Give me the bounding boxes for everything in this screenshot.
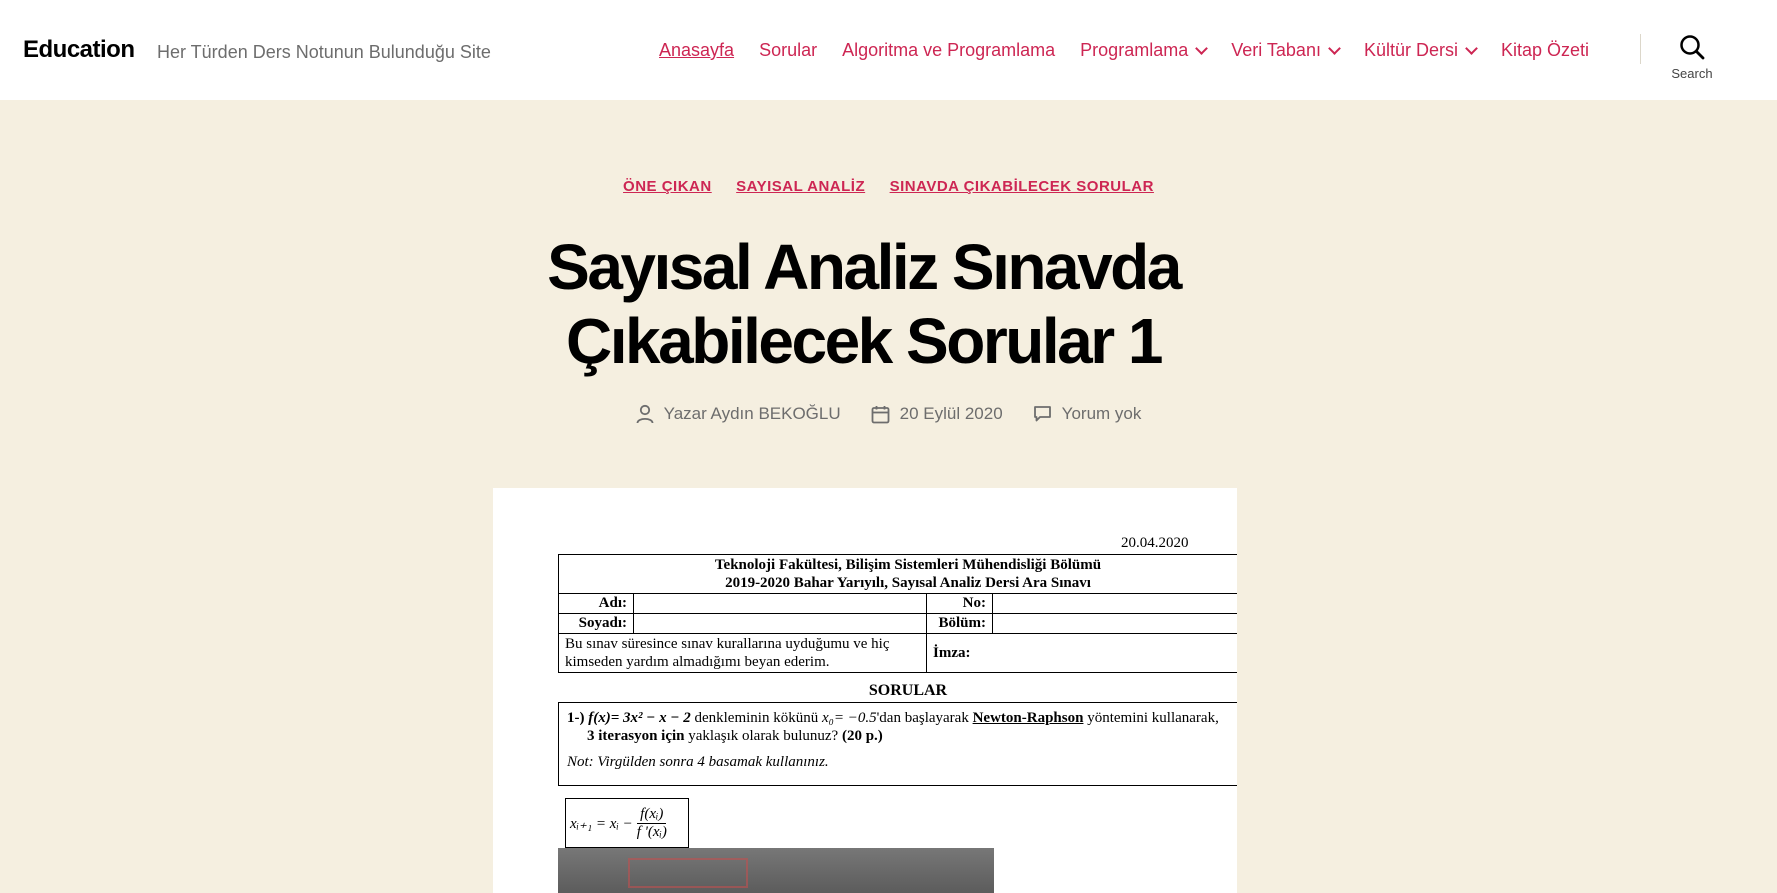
exam-title-cell: Teknoloji Fakültesi, Bilişim Sistemleri … <box>558 554 1237 594</box>
post-author: Yazar Aydın BEKOĞLU <box>636 404 841 424</box>
category-link-one-cikan[interactable]: ÖNE ÇIKAN <box>623 178 712 195</box>
question-1-part-a: denkleminin kökünü <box>694 710 819 726</box>
department-value-cell <box>992 613 1237 634</box>
chevron-down-icon[interactable] <box>1195 41 1209 55</box>
primary-nav: Anasayfa Sorular Algoritma ve Programlam… <box>659 40 1614 61</box>
post-title: Sayısal Analiz Sınavda Çıkabilecek Sorul… <box>450 230 1277 378</box>
question-1-method: Newton-Raphson <box>972 710 1084 726</box>
formula-fraction: f(xᵢ) f '(xᵢ) <box>637 806 667 841</box>
nav-item-kitap-ozeti[interactable]: Kitap Özeti <box>1501 40 1589 61</box>
user-icon <box>636 404 654 424</box>
exam-title-line2: 2019-2020 Bahar Yarıyılı, Sayısal Analiz… <box>725 575 1091 591</box>
question-1-part-c: yöntemini kullanarak, <box>1087 710 1219 726</box>
nav-item-label: Veri Tabanı <box>1231 40 1321 60</box>
post-title-line2: Çıkabilecek Sorular 1 <box>566 305 1163 377</box>
question-1-text: 1-) f(x)= 3x² − x − 2 denkleminin kökünü… <box>567 709 1237 727</box>
post-comments: Yorum yok <box>1033 404 1142 424</box>
surname-value-cell <box>633 613 927 634</box>
handwritten-solution-photo <box>558 848 994 893</box>
question-1-points: (20 p.) <box>841 728 883 744</box>
site-description: Her Türden Ders Notunun Bulunduğu Site <box>157 42 491 62</box>
signature-label: İmza: <box>926 633 1237 673</box>
question-1-line2: 3 iterasyon için yaklaşık olarak bulunuz… <box>567 727 1237 745</box>
number-value-cell <box>992 593 1237 614</box>
question-1-iterations: 3 iterasyon için <box>587 728 685 744</box>
question-1-number: 1-) <box>567 710 585 726</box>
post-title-line1: Sayısal Analiz Sınavda <box>547 231 1182 303</box>
formula-lhs: xᵢ₊₁ = xᵢ − <box>570 815 633 832</box>
nav-item-anasayfa[interactable]: Anasayfa <box>659 40 734 61</box>
formula-denominator: f '(xᵢ) <box>636 823 667 840</box>
chevron-down-icon[interactable] <box>1465 41 1478 55</box>
name-label: Adı: <box>558 593 634 614</box>
nav-item-kultur-dersi[interactable]: Kültür Dersi <box>1363 40 1478 61</box>
nav-item-veri-tabani[interactable]: Veri Tabanı <box>1231 40 1341 61</box>
comments-link[interactable]: Yorum yok <box>1062 404 1142 424</box>
nav-item-label: Kitap Özeti <box>1501 40 1590 60</box>
author-link[interactable]: Yazar Aydın BEKOĞLU <box>664 404 841 424</box>
surname-label: Soyadı: <box>558 613 634 634</box>
post-categories: ÖNE ÇIKAN SAYISAL ANALİZ SINAVDA ÇIKABİL… <box>0 178 1777 196</box>
search-toggle-button[interactable]: Search <box>1660 34 1724 86</box>
department-label: Bölüm: <box>926 613 993 634</box>
question-1-x0: x₀= −0.5 <box>821 710 877 726</box>
name-value-cell <box>633 593 927 614</box>
post-date: 20 Eylül 2020 <box>871 404 1003 424</box>
calendar-icon <box>871 405 890 423</box>
newton-raphson-formula: xᵢ₊₁ = xᵢ − f(xᵢ) f '(xᵢ) <box>565 798 689 848</box>
site-header: Education Her Türden Ders Notunun Bulund… <box>0 0 1777 100</box>
nav-divider <box>1640 34 1641 64</box>
nav-item-sorular[interactable]: Sorular <box>759 40 817 61</box>
question-1-part-b: 'dan başlayarak <box>876 710 969 726</box>
number-label: No: <box>926 593 993 614</box>
nav-item-label: Programlama <box>1080 40 1189 60</box>
nav-item-label: Anasayfa <box>659 40 735 60</box>
category-link-sinavda-cikabilecek[interactable]: SINAVDA ÇIKABİLECEK SORULAR <box>890 178 1154 195</box>
exam-document-image: 20.04.2020 Teknoloji Fakültesi, Bilişim … <box>493 488 1237 893</box>
document-date: 20.04.2020 <box>1121 535 1189 551</box>
exam-header-table: Teknoloji Fakültesi, Bilişim Sistemleri … <box>558 554 1237 673</box>
post-meta: Yazar Aydın BEKOĞLU 20 Eylül 2020 Yorum … <box>0 404 1777 424</box>
nav-item-label: Sorular <box>759 40 818 60</box>
chevron-down-icon[interactable] <box>1328 41 1341 55</box>
comment-icon <box>1033 406 1051 422</box>
search-icon <box>1680 35 1705 60</box>
question-1: 1-) f(x)= 3x² − x − 2 denkleminin kökünü… <box>558 702 1237 786</box>
formula-numerator: f(xᵢ) <box>637 806 667 824</box>
nav-item-algoritma[interactable]: Algoritma ve Programlama <box>842 40 1055 61</box>
date-link[interactable]: 20 Eylül 2020 <box>900 404 1003 424</box>
questions-heading: SORULAR <box>868 682 948 699</box>
declaration-text: Bu sınav süresince sınav kurallarına uyd… <box>558 633 927 673</box>
nav-item-label: Algoritma ve Programlama <box>842 40 1056 60</box>
question-1-note: Not: Virgülden sonra 4 basamak kullanını… <box>567 754 829 770</box>
question-1-part-d: yaklaşık olarak bulunuz? <box>688 728 839 744</box>
category-link-sayisal-analiz[interactable]: SAYISAL ANALİZ <box>736 178 865 195</box>
nav-item-programlama[interactable]: Programlama <box>1080 40 1209 61</box>
exam-title-line1: Teknoloji Fakültesi, Bilişim Sistemleri … <box>714 557 1102 573</box>
nav-item-label: Kültür Dersi <box>1363 40 1458 60</box>
search-label: Search <box>1671 66 1713 81</box>
question-1-function: f(x)= 3x² − x − 2 <box>588 710 691 726</box>
site-title-link[interactable]: Education <box>23 36 135 64</box>
photo-annotation-box <box>628 858 748 888</box>
